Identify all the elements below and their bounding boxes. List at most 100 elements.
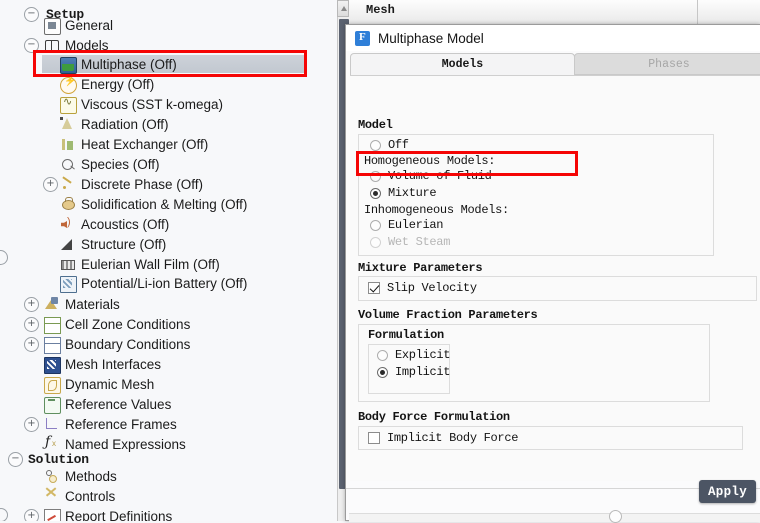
tree-item-dynamic-mesh[interactable]: Dynamic Mesh: [0, 374, 337, 394]
tree-item-label: Boundary Conditions: [65, 336, 191, 352]
radiation-icon: [60, 117, 75, 132]
tree-item-heat-exchanger[interactable]: Heat Exchanger (Off): [0, 134, 337, 154]
tree-item-label: Discrete Phase (Off): [81, 176, 204, 192]
workspace-tabstrip[interactable]: [337, 0, 760, 25]
viscous-icon: [60, 95, 77, 114]
radio-label: Wet Steam: [388, 235, 451, 249]
multiphase-model-dialog[interactable]: Multiphase Model Models Phases Model Off…: [345, 24, 760, 521]
radio-indicator-selected: [377, 366, 388, 378]
body-force-formulation-label: Body Force Formulation: [358, 410, 510, 424]
discrete-phase-icon: [60, 177, 75, 192]
radio-indicator: [370, 139, 381, 151]
radio-implicit[interactable]: Implicit: [377, 365, 451, 379]
tree-item-label: Methods: [65, 468, 117, 484]
tree-item-label: Mesh Interfaces: [65, 356, 162, 372]
tree-item-acoustics[interactable]: Acoustics (Off): [0, 214, 337, 234]
tree-item-potential-battery[interactable]: Potential/Li-ion Battery (Off): [0, 273, 337, 293]
materials-icon: [44, 297, 59, 312]
radio-label: Off: [388, 138, 409, 152]
reference-values-icon: [44, 397, 61, 414]
tree-item-label: Materials: [65, 296, 120, 312]
structure-icon: [60, 237, 75, 252]
dialog-titlebar: Multiphase Model: [346, 25, 760, 51]
tree-item-radiation[interactable]: Radiation (Off): [0, 114, 337, 134]
tree-item-label: Controls: [65, 488, 116, 504]
checkbox-implicit-body-force[interactable]: Implicit Body Force: [368, 431, 518, 445]
mesh-interfaces-icon: [44, 357, 61, 374]
tree-item-boundary-conditions[interactable]: + Boundary Conditions: [0, 334, 337, 354]
heat-exchanger-icon: [60, 137, 75, 152]
energy-icon: [60, 76, 77, 94]
species-icon: [62, 159, 73, 170]
tree-partial-twisty-bottom: [0, 508, 18, 521]
tree-item-controls[interactable]: Controls: [0, 486, 337, 506]
tab-phases[interactable]: Phases: [574, 53, 760, 75]
radio-explicit[interactable]: Explicit: [377, 348, 451, 362]
tree-item-label: General: [65, 17, 114, 33]
tree-item-label: Potential/Li-ion Battery (Off): [81, 275, 248, 291]
tree-item-label: Dynamic Mesh: [65, 376, 155, 392]
radio-label: Mixture: [388, 186, 437, 200]
tree-item-cell-zone-conditions[interactable]: + Cell Zone Conditions: [0, 314, 337, 334]
annotation-highlight-multiphase-tree: [33, 50, 307, 77]
mixture-parameters-label: Mixture Parameters: [358, 261, 483, 275]
tree-item-reference-values[interactable]: Reference Values: [0, 394, 337, 414]
general-icon: [44, 18, 61, 35]
expand-plus-icon[interactable]: +: [24, 417, 39, 432]
expand-plus-icon[interactable]: +: [24, 337, 39, 352]
tree-item-materials[interactable]: + Materials: [0, 294, 337, 314]
checkbox-indicator: [368, 432, 380, 444]
tree-item-methods[interactable]: Methods: [0, 466, 337, 486]
formulation-label: Formulation: [368, 328, 444, 342]
dialog-footer-separator: [346, 488, 760, 489]
checkbox-slip-velocity[interactable]: Slip Velocity: [368, 281, 477, 295]
dialog-title: Multiphase Model: [378, 30, 484, 46]
tab-mesh-label[interactable]: Mesh: [366, 3, 395, 17]
tree-item-solidification-melting[interactable]: Solidification & Melting (Off): [0, 194, 337, 214]
tree-item-viscous[interactable]: Viscous (SST k-omega): [0, 94, 337, 114]
fluent-app-icon: [355, 30, 370, 46]
radio-label: Eulerian: [388, 218, 444, 232]
expand-plus-icon[interactable]: +: [24, 317, 39, 332]
radio-eulerian[interactable]: Eulerian: [370, 218, 444, 232]
tree-item-discrete-phase[interactable]: + Discrete Phase (Off): [0, 174, 337, 194]
radio-label: Implicit: [395, 365, 451, 379]
scroll-up-button[interactable]: [337, 0, 349, 17]
tab-models[interactable]: Models: [350, 53, 575, 75]
tree-item-general[interactable]: General: [0, 15, 337, 35]
collapse-minus-icon[interactable]: −: [8, 452, 23, 467]
tree-item-species[interactable]: Species (Off): [0, 154, 337, 174]
volume-fraction-parameters-label: Volume Fraction Parameters: [358, 308, 538, 322]
expand-plus-icon[interactable]: +: [43, 177, 58, 192]
radio-off[interactable]: Off: [370, 138, 409, 152]
expand-plus-icon[interactable]: +: [24, 297, 39, 312]
tree-item-label: Heat Exchanger (Off): [81, 136, 209, 152]
radio-mixture[interactable]: Mixture: [370, 186, 437, 200]
dialog-tabbar[interactable]: Models Phases: [350, 53, 760, 75]
inhomogeneous-models-header: Inhomogeneous Models:: [364, 203, 509, 217]
tree-item-reference-frames[interactable]: + Reference Frames: [0, 414, 337, 434]
radio-indicator-selected: [370, 187, 381, 199]
tree-item-label: Structure (Off): [81, 236, 167, 252]
apply-button[interactable]: Apply: [699, 480, 756, 503]
radio-wet-steam: Wet Steam: [370, 235, 450, 249]
tree-item-label: Solution: [28, 451, 89, 467]
chevron-up-icon: [340, 6, 347, 11]
tree-item-label: Reference Values: [65, 396, 172, 412]
acoustics-icon: [60, 216, 75, 232]
tree-item-label: Energy (Off): [81, 76, 155, 92]
tree-item-report-definitions[interactable]: + Report Definitions: [0, 506, 337, 521]
tree-item-structure[interactable]: Structure (Off): [0, 234, 337, 254]
methods-icon: [44, 469, 59, 484]
tree-item-energy[interactable]: Energy (Off): [0, 74, 337, 94]
tree-item-mesh-interfaces[interactable]: Mesh Interfaces: [0, 354, 337, 374]
tree-item-label: Species (Off): [81, 156, 160, 172]
tree-item-label: Solidification & Melting (Off): [81, 196, 248, 212]
reference-frames-icon: [44, 417, 59, 432]
outline-tree-panel[interactable]: − Setup General − Models Multiphase (Off…: [0, 0, 337, 521]
report-definitions-icon: [44, 509, 61, 521]
tree-item-eulerian-wall-film[interactable]: Eulerian Wall Film (Off): [0, 254, 337, 274]
scrollbar-knob[interactable]: [609, 510, 622, 523]
expand-plus-icon[interactable]: +: [24, 509, 39, 521]
checkbox-label: Implicit Body Force: [387, 431, 519, 445]
